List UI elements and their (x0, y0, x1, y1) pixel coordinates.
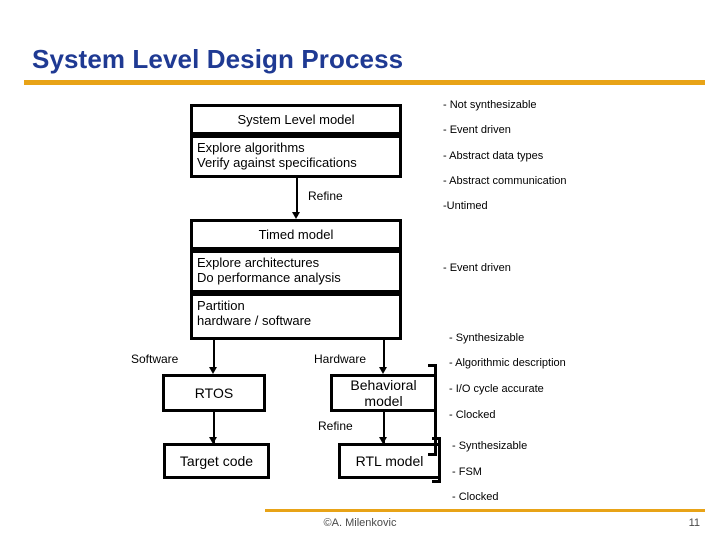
note-system-level-4: - Abstract communication (443, 175, 567, 187)
hardware-branch-label: Hardware (314, 352, 367, 366)
system-level-body-line-2: Verify against specifications (197, 155, 357, 170)
note-system-level-2: - Event driven (443, 124, 511, 136)
rtl-note-bracket (432, 437, 441, 483)
software-branch-line (213, 340, 215, 370)
system-level-body-line-1: Explore algorithms (197, 140, 305, 155)
timed-body-line-2: Do performance analysis (197, 270, 341, 285)
slide-canvas: System Level Design Process System Level… (0, 0, 720, 540)
note-system-level-5: -Untimed (443, 200, 488, 212)
note-timed-1: - Event driven (443, 262, 511, 274)
note-rtl-2: - FSM (452, 466, 482, 478)
footer-divider (265, 509, 705, 512)
refine-hardware-label: Refine (318, 419, 353, 433)
note-rtl-1: - Synthesizable (452, 440, 528, 452)
behavioral-model-line-1: Behavioral (350, 377, 417, 393)
timed-body-line-1: Explore architectures (197, 255, 320, 270)
refine-top-label: Refine (308, 189, 343, 203)
target-code-box: Target code (163, 443, 270, 479)
rtos-label: RTOS (194, 384, 234, 401)
refine-connector-arrowhead (292, 212, 300, 219)
target-code-label: Target code (179, 452, 254, 469)
note-system-level-1: - Not synthesizable (443, 99, 537, 111)
rtl-model-box: RTL model (338, 443, 441, 479)
behavioral-model-box: Behavioral model (330, 374, 437, 412)
rtl-model-label: RTL model (355, 452, 424, 469)
timed-model-header-box: Timed model (190, 219, 402, 250)
software-branch-label: Software (131, 352, 179, 366)
note-behavioral-1: - Synthesizable (449, 332, 525, 344)
note-system-level-3: - Abstract data types (443, 150, 544, 162)
page-title: System Level Design Process (32, 44, 404, 74)
timed-model-body-box: Explore architectures Do performance ana… (190, 250, 402, 293)
partition-box: Partition hardware / software (190, 293, 402, 340)
timed-model-header-label: Timed model (258, 227, 334, 242)
partition-line-1: Partition (197, 298, 245, 313)
page-number: 11 (688, 517, 700, 529)
hardware-branch-line (383, 340, 385, 370)
note-behavioral-2: - Algorithmic description (449, 357, 566, 369)
system-level-model-header-label: System Level model (237, 112, 355, 127)
rtos-box: RTOS (162, 374, 266, 412)
title-divider (24, 80, 705, 85)
footer-credit: ©A. Milenkovic (323, 517, 397, 529)
hardware-branch-arrowhead (379, 367, 387, 374)
system-level-model-header-box: System Level model (190, 104, 402, 135)
partition-line-2: hardware / software (197, 313, 312, 328)
refine-connector-line (296, 178, 298, 216)
note-behavioral-4: - Clocked (449, 409, 496, 421)
note-rtl-3: - Clocked (452, 491, 499, 503)
note-behavioral-3: - I/O cycle accurate (449, 383, 544, 395)
behavioral-model-line-2: model (364, 393, 403, 409)
software-branch-arrowhead (209, 367, 217, 374)
system-level-model-body-box: Explore algorithms Verify against specif… (190, 135, 402, 178)
